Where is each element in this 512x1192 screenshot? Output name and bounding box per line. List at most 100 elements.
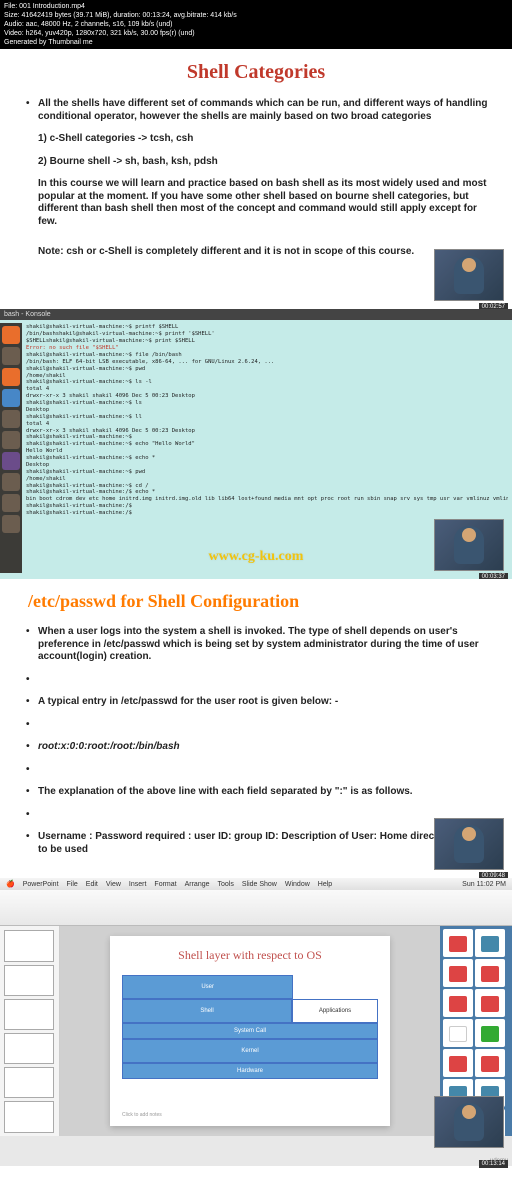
- term-line: /home/shakil: [26, 373, 508, 380]
- desktop-file[interactable]: 05_wb_Shell...: [443, 959, 473, 987]
- menu-item[interactable]: PowerPoint: [23, 881, 59, 888]
- webcam-overlay: [434, 249, 504, 301]
- files-icon[interactable]: [2, 347, 20, 365]
- notes-placeholder[interactable]: Click to add notes: [122, 1112, 162, 1118]
- video-metadata: File: 001 Introduction.mp4 Size: 4164241…: [0, 0, 512, 49]
- term-line-error: Error: no such file "$SHELL": [26, 345, 508, 352]
- term-line: shakil@shakil-virtual-machine:~$ pwd: [26, 469, 508, 476]
- pp-toolbar[interactable]: [0, 890, 512, 926]
- meta-size: Size: 41642419 bytes (39.71 MiB), durati…: [4, 11, 508, 20]
- terminal-icon[interactable]: [2, 452, 20, 470]
- term-line: Hello World: [26, 448, 508, 455]
- box-hardware: Hardware: [122, 1063, 378, 1079]
- term-line: shakil@shakil-virtual-machine:~$: [26, 434, 508, 441]
- term-line: shakil@shakil-virtual-machine:~$ pwd: [26, 366, 508, 373]
- desktop-file[interactable]: 06_wb_shell_...rags.pdf: [443, 989, 473, 1017]
- desktop-file[interactable]: 10 Best Password Crackin...k.pdf: [475, 989, 505, 1017]
- term-line: total 4: [26, 421, 508, 428]
- thumb-4[interactable]: [4, 1033, 54, 1064]
- shell-layer-diagram: User Shell Applications System Call Kern…: [122, 975, 378, 1079]
- desktop-file[interactable]: Programming_vm...odi.pdf: [443, 1049, 473, 1077]
- menu-item[interactable]: View: [106, 881, 121, 888]
- desktop-file[interactable]: Designing Oracle_re...: [443, 1019, 473, 1047]
- term-line: shakil@shakil-virtual-machine:~$ echo "H…: [26, 441, 508, 448]
- term-line: shakil@shakil-virtual-machine:~$ ls: [26, 400, 508, 407]
- menu-item[interactable]: File: [67, 881, 78, 888]
- term-line: shakil@shakil-virtual-machine:/$ echo *: [26, 489, 508, 496]
- term-line: /bin/bashshakil@shakil-virtual-machine:~…: [26, 331, 508, 338]
- thumb-1[interactable]: [4, 930, 54, 961]
- thumb-3[interactable]: [4, 999, 54, 1030]
- current-slide[interactable]: Shell layer with respect to OS User Shel…: [110, 936, 390, 1126]
- desktop-file[interactable]: samsung: [475, 929, 505, 957]
- slide1-bash-note: In this course we will learn and practic…: [20, 178, 492, 228]
- thumb-2[interactable]: [4, 965, 54, 996]
- pp-slide-title: Shell layer with respect to OS: [122, 948, 378, 963]
- slide-thumbnails[interactable]: [0, 926, 60, 1136]
- term-line: drwxr-xr-x 3 shakil shakil 4096 Dec 5 00…: [26, 393, 508, 400]
- slide-canvas[interactable]: Shell layer with respect to OS User Shel…: [60, 926, 440, 1136]
- menu-item[interactable]: Arrange: [185, 881, 210, 888]
- firefox-icon[interactable]: [2, 368, 20, 386]
- desktop-file[interactable]: 8 Linux Netstat Comm...less.pdf: [475, 959, 505, 987]
- menu-item[interactable]: Tools: [218, 881, 234, 888]
- term-line: Desktop: [26, 407, 508, 414]
- menu-item[interactable]: Window: [285, 881, 310, 888]
- term-line: shakil@shakil-virtual-machine:~$ ll: [26, 414, 508, 421]
- menu-item[interactable]: Edit: [86, 881, 98, 888]
- app-icon-2[interactable]: [2, 410, 20, 428]
- term-line: /home/shakil: [26, 476, 508, 483]
- launcher-icon[interactable]: [2, 326, 20, 344]
- slide1-bullet1: All the shells have different set of com…: [20, 98, 492, 123]
- mac-menubar[interactable]: 🍎 PowerPoint File Edit View Insert Forma…: [0, 878, 512, 890]
- app-icon-5[interactable]: [2, 494, 20, 512]
- menu-item[interactable]: Help: [318, 881, 332, 888]
- term-line: shakil@shakil-virtual-machine:~$ ls -l: [26, 379, 508, 386]
- menu-item[interactable]: Format: [154, 881, 176, 888]
- slide2-empty: [20, 764, 492, 777]
- slide2-b4: The explanation of the above line with e…: [20, 786, 492, 799]
- ubuntu-launcher[interactable]: [0, 323, 22, 573]
- term-line: shakil@shakil-virtual-machine:~$ file /b…: [26, 352, 508, 359]
- slide2-b5: Username : Password required : user ID: …: [20, 831, 492, 856]
- desktop-file[interactable]: 005_wip_shell...: [443, 929, 473, 957]
- term-line: $SHELLshakil@shakil-virtual-machine:~$ p…: [26, 338, 508, 345]
- term-line: Desktop: [26, 462, 508, 469]
- thumb-5[interactable]: [4, 1067, 54, 1098]
- term-line: shakil@shakil-virtual-machine:~$ cd /: [26, 483, 508, 490]
- slide2-empty: [20, 674, 492, 687]
- webcam-overlay: [434, 1096, 504, 1148]
- menu-item[interactable]: Slide Show: [242, 881, 277, 888]
- box-apps: Applications: [292, 999, 378, 1023]
- slide1-title: Shell Categories: [20, 61, 492, 84]
- box-kernel: Kernel: [122, 1039, 378, 1063]
- slide1-csh-note: Note: csh or c-Shell is completely diffe…: [20, 246, 492, 259]
- term-line: drwxr-xr-x 3 shakil shakil 4096 Dec 5 00…: [26, 428, 508, 435]
- term-line: shakil@shakil-virtual-machine:~$ echo *: [26, 455, 508, 462]
- box-syscall: System Call: [122, 1023, 378, 1039]
- slide1-line-c-shell: 1) c-Shell categories -> tcsh, csh: [20, 133, 492, 146]
- term-line: shakil@shakil-virtual-machine:/$: [26, 503, 508, 510]
- terminal-screenshot: bash - Konsole shakil@shakil-virtual-mac…: [0, 309, 512, 579]
- meta-audio: Audio: aac, 48000 Hz, 2 channels, s16, 1…: [4, 20, 508, 29]
- slide-etc-passwd: /etc/passwd for Shell Configuration When…: [0, 579, 512, 878]
- powerpoint-window: 🍎 PowerPoint File Edit View Insert Forma…: [0, 878, 512, 1166]
- slide-shell-categories: Shell Categories All the shells have dif…: [0, 49, 512, 309]
- apple-icon[interactable]: 🍎: [6, 880, 15, 888]
- slide2-title: /etc/passwd for Shell Configuration: [20, 591, 492, 612]
- app-icon[interactable]: [2, 389, 20, 407]
- terminal-output[interactable]: shakil@shakil-virtual-machine:~$ printf …: [0, 320, 512, 521]
- app-icon-4[interactable]: [2, 473, 20, 491]
- thumb-6[interactable]: [4, 1101, 54, 1132]
- meta-generator: Generated by Thumbnail me: [4, 38, 508, 47]
- slide2-b1: When a user logs into the system a shell…: [20, 626, 492, 664]
- app-icon-6[interactable]: [2, 515, 20, 533]
- box-user: User: [122, 975, 293, 999]
- term-line: total 4: [26, 386, 508, 393]
- app-icon-3[interactable]: [2, 431, 20, 449]
- desktop-file[interactable]: 2015-16-HRA-claim-sh...8.xls: [475, 1019, 505, 1047]
- slide2-empty: [20, 809, 492, 822]
- menu-item[interactable]: Insert: [129, 881, 147, 888]
- desktop-file[interactable]: webmin-master-umentati...2016.pdf: [475, 1049, 505, 1077]
- meta-video: Video: h264, yuv420p, 1280x720, 321 kb/s…: [4, 29, 508, 38]
